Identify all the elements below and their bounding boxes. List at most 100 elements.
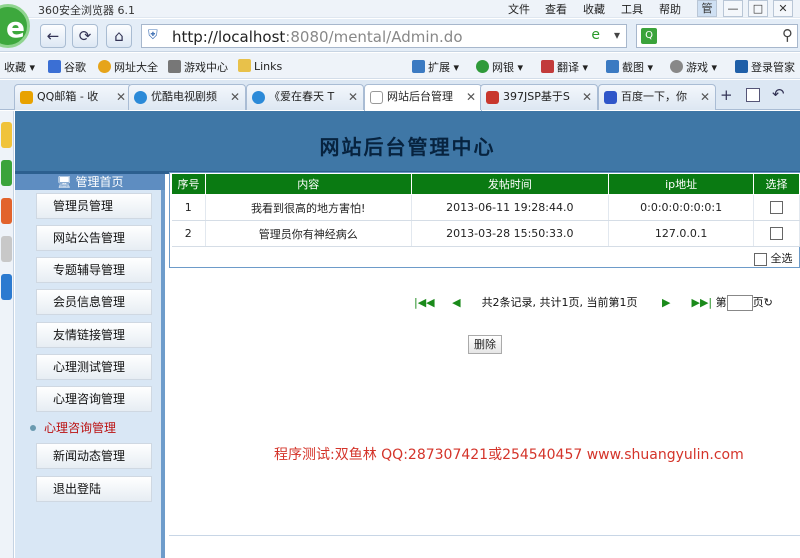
bullet-icon bbox=[30, 425, 36, 431]
url-host: http://localhost bbox=[172, 28, 286, 46]
new-tab-icon[interactable]: + bbox=[720, 86, 733, 104]
translate-button[interactable]: 翻译 ▾ bbox=[541, 59, 588, 75]
cell-time: 2013-03-28 15:50:33.0 bbox=[411, 220, 610, 247]
login-manager-button[interactable]: 登录管家 bbox=[735, 59, 795, 75]
sidebar-item-news[interactable]: 新闻动态管理 bbox=[36, 443, 152, 469]
extensions-button[interactable]: 扩展 ▾ bbox=[412, 59, 459, 75]
sidebar-home-link[interactable]: 🖥 管理首页 bbox=[15, 174, 165, 190]
first-page-icon[interactable]: |◀◀ bbox=[414, 296, 435, 309]
close-tab-icon: ✕ bbox=[347, 90, 358, 104]
message-table: 序号 内容 发帖时间 ip地址 选择 1 我看到很高的地方害怕! 2013-06… bbox=[171, 173, 800, 247]
chevron-down-icon[interactable]: ▾ bbox=[614, 28, 620, 42]
select-all[interactable]: 全选 bbox=[754, 250, 793, 266]
close-tab-icon: ✕ bbox=[229, 90, 240, 104]
screenshot-button[interactable]: 截图 ▾ bbox=[606, 59, 653, 75]
go-icon[interactable]: ↻ bbox=[764, 296, 773, 309]
menu-tools[interactable]: 工具 bbox=[621, 1, 643, 17]
tab-397jsp[interactable]: 397JSP基于S ✕ bbox=[480, 84, 598, 110]
back-button[interactable]: ← bbox=[40, 24, 66, 48]
browser-logo bbox=[0, 0, 34, 52]
maximize-icon[interactable]: □ bbox=[748, 0, 768, 17]
games-button[interactable]: 游戏 ▾ bbox=[670, 59, 717, 75]
fav-google[interactable]: 谷歌 bbox=[48, 59, 86, 75]
tab-admin-active[interactable]: 网站后台管理 ✕ bbox=[364, 84, 482, 111]
tab-baidu[interactable]: 百度一下，你 ✕ bbox=[598, 84, 716, 110]
shield-icon: ⛨ bbox=[148, 28, 158, 43]
table-header-row: 序号 内容 发帖时间 ip地址 选择 bbox=[171, 173, 800, 195]
bank-button[interactable]: 网银 ▾ bbox=[476, 59, 523, 75]
pager: |◀◀ ◀ 共2条记录, 共计1页, 当前第1页 ▶ ▶▶| 第 页↻ bbox=[414, 294, 773, 311]
cell-index: 2 bbox=[171, 220, 206, 247]
cell-time: 2013-06-11 19:28:44.0 bbox=[411, 194, 610, 221]
close-tab-icon: ✕ bbox=[465, 90, 476, 104]
browser-title: 360安全浏览器 6.1 bbox=[38, 4, 135, 17]
next-page-icon[interactable]: ▶ bbox=[662, 296, 670, 309]
sidebar-item-notice[interactable]: 网站公告管理 bbox=[36, 225, 152, 251]
tab-video[interactable]: 《爱在春天 T ✕ bbox=[246, 84, 364, 110]
search-box[interactable]: Q ⚲ bbox=[636, 24, 798, 48]
url-path: :8080/mental/Admin.do bbox=[285, 28, 463, 46]
tab-qqmail[interactable]: QQ邮箱 - 收 ✕ bbox=[14, 84, 132, 110]
sidebar-item-test[interactable]: 心理测试管理 bbox=[36, 354, 152, 380]
select-all-checkbox[interactable] bbox=[754, 252, 767, 266]
cell-ip: 0:0:0:0:0:0:0:1 bbox=[608, 194, 755, 221]
page-prefix: 第 bbox=[715, 296, 727, 309]
refresh-button[interactable]: ⟳ bbox=[72, 24, 98, 48]
menu-view[interactable]: 查看 bbox=[545, 1, 567, 17]
skin-icon[interactable]: 管 bbox=[697, 0, 717, 17]
tool-icon[interactable] bbox=[1, 236, 12, 262]
last-page-icon[interactable]: ▶▶| bbox=[691, 296, 712, 309]
favorites-icon[interactable] bbox=[1, 122, 12, 148]
footer-divider bbox=[169, 535, 800, 536]
sidebar-item-links[interactable]: 友情链接管理 bbox=[36, 322, 152, 348]
address-bar[interactable]: ⛨ http://localhost:8080/mental/Admin.do … bbox=[141, 24, 627, 48]
col-header-ip: ip地址 bbox=[608, 173, 755, 195]
close-tab-icon: ✕ bbox=[115, 90, 126, 104]
sidebar-item-admin[interactable]: 管理员管理 bbox=[36, 193, 152, 219]
sidebar-item-consult[interactable]: 心理咨询管理 bbox=[36, 386, 152, 412]
sidebar-item-member[interactable]: 会员信息管理 bbox=[36, 289, 152, 315]
fav-game-center[interactable]: 游戏中心 bbox=[168, 59, 228, 75]
home-icon: 🖥 bbox=[56, 175, 72, 189]
search-engine-icon[interactable]: Q bbox=[641, 28, 657, 44]
col-header-content: 内容 bbox=[204, 173, 412, 195]
ie-mode-icon[interactable]: e bbox=[591, 27, 600, 43]
row-checkbox[interactable] bbox=[770, 227, 784, 241]
col-header-time: 发帖时间 bbox=[410, 173, 610, 195]
weibo-icon[interactable] bbox=[1, 198, 12, 224]
page-title: 网站后台管理中心 bbox=[319, 135, 496, 159]
fav-links[interactable]: Links bbox=[238, 59, 282, 73]
home-button[interactable]: ⌂ bbox=[106, 24, 132, 48]
cell-ip: 127.0.0.1 bbox=[608, 220, 755, 247]
app-icon[interactable] bbox=[1, 160, 12, 186]
restore-tab-icon[interactable] bbox=[746, 88, 760, 102]
close-window-icon[interactable]: ✕ bbox=[773, 0, 793, 17]
sidebar-item-consult-active[interactable]: 心理咨询管理 bbox=[30, 416, 146, 442]
page-banner: 网站后台管理中心 bbox=[15, 111, 800, 171]
menu-help[interactable]: 帮助 bbox=[659, 1, 681, 17]
table-row: 1 我看到很高的地方害怕! 2013-06-11 19:28:44.0 0:0:… bbox=[171, 194, 800, 221]
page-number-input[interactable] bbox=[726, 295, 753, 311]
tab-youku[interactable]: 优酷电视剧频 ✕ bbox=[128, 84, 246, 110]
menu-file[interactable]: 文件 bbox=[508, 1, 530, 17]
delete-button[interactable]: 删除 bbox=[468, 335, 502, 354]
search-icon[interactable]: ⚲ bbox=[782, 26, 793, 44]
prev-page-icon[interactable]: ◀ bbox=[452, 296, 460, 309]
row-checkbox[interactable] bbox=[770, 201, 784, 215]
fav-site-nav[interactable]: 网址大全 bbox=[98, 59, 158, 75]
sidebar-item-topic[interactable]: 专题辅导管理 bbox=[36, 257, 152, 283]
col-header-select: 选择 bbox=[753, 173, 800, 195]
minimize-icon[interactable]: — bbox=[723, 0, 743, 17]
table-row: 2 管理员你有神经病么 2013-03-28 15:50:33.0 127.0.… bbox=[171, 220, 800, 247]
pager-summary: 共2条记录, 共计1页, 当前第1页 bbox=[481, 296, 638, 309]
undo-icon[interactable]: ↶ bbox=[772, 85, 785, 103]
close-tab-icon: ✕ bbox=[699, 90, 710, 104]
col-header-index: 序号 bbox=[171, 173, 206, 195]
credit-text: 程序测试:双鱼林 QQ:287307421或254540457 www.shua… bbox=[274, 447, 744, 463]
chat-icon[interactable] bbox=[1, 274, 12, 300]
sidebar-item-logout[interactable]: 退出登陆 bbox=[36, 476, 152, 502]
favorites-menu[interactable]: 收藏 ▾ bbox=[4, 59, 35, 75]
cell-index: 1 bbox=[171, 194, 206, 221]
cell-content: 我看到很高的地方害怕! bbox=[205, 194, 412, 221]
menu-favorites[interactable]: 收藏 bbox=[583, 1, 605, 17]
